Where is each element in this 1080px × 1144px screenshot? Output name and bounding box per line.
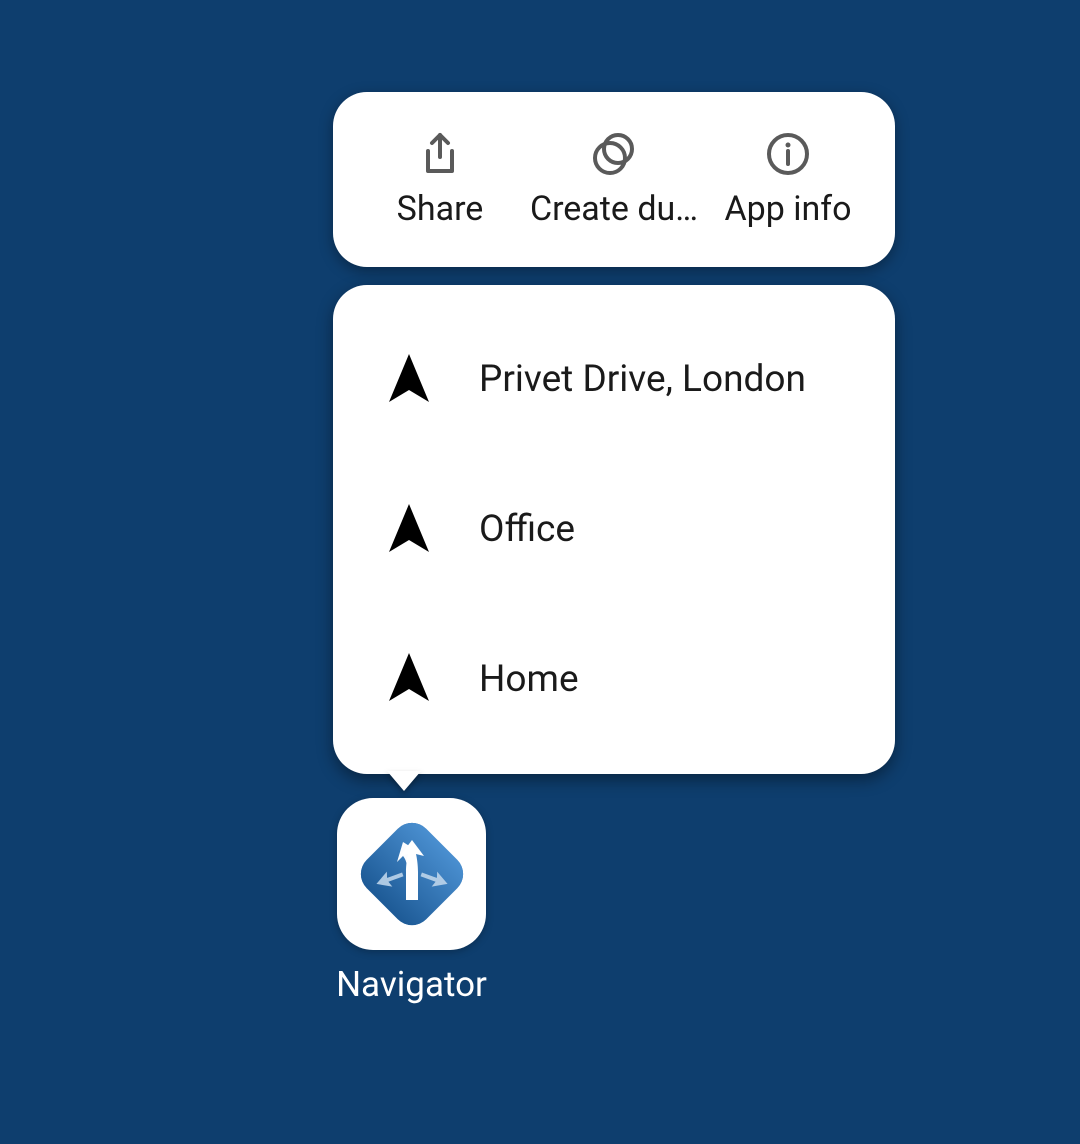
duplicate-icon	[590, 131, 638, 177]
navigate-arrow-icon	[381, 651, 437, 707]
info-icon	[765, 131, 811, 177]
actions-panel: Share Create du… App info	[333, 92, 895, 267]
panel-pointer	[387, 771, 421, 791]
app-name-label: Navigator	[336, 964, 487, 1005]
share-button[interactable]: Share	[353, 92, 527, 267]
shortcuts-panel: Privet Drive, London Office Home	[333, 285, 895, 774]
navigate-arrow-icon	[381, 502, 437, 558]
app-info-label: App info	[724, 189, 851, 229]
app-info-button[interactable]: App info	[701, 92, 875, 267]
create-duplicate-button[interactable]: Create du…	[527, 92, 701, 267]
share-icon	[419, 131, 461, 177]
shortcut-privet-drive[interactable]: Privet Drive, London	[333, 305, 895, 455]
shortcut-label: Office	[479, 508, 575, 551]
app-launcher-item[interactable]: Navigator	[337, 798, 486, 1005]
navigator-app-icon	[337, 798, 486, 950]
share-label: Share	[397, 189, 484, 229]
shortcut-office[interactable]: Office	[333, 455, 895, 605]
create-duplicate-label: Create du…	[530, 189, 698, 229]
navigate-arrow-icon	[381, 352, 437, 408]
shortcut-label: Home	[479, 658, 579, 701]
shortcut-home[interactable]: Home	[333, 604, 895, 754]
shortcut-label: Privet Drive, London	[479, 358, 806, 401]
